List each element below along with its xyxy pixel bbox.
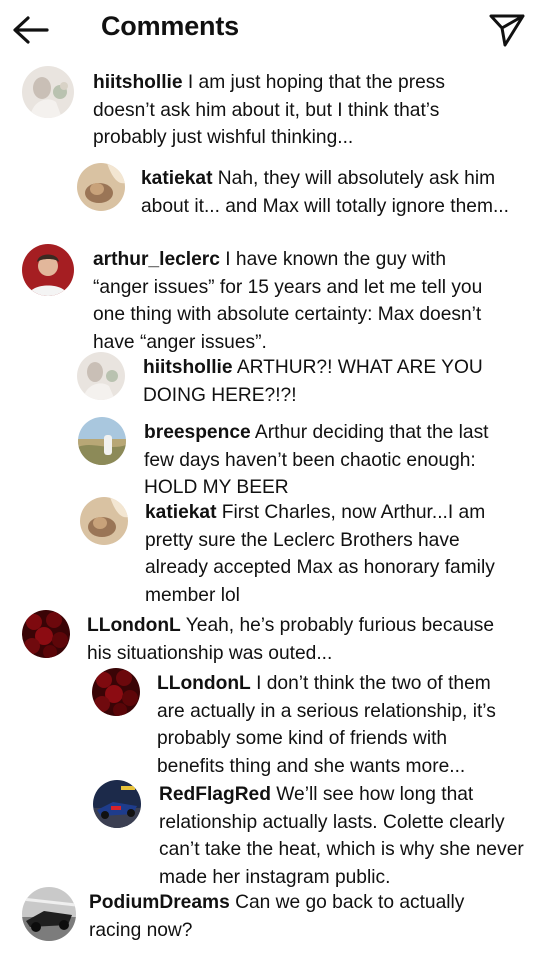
share-button[interactable] bbox=[488, 12, 526, 48]
avatar[interactable] bbox=[22, 244, 74, 296]
comment-username[interactable]: PodiumDreams bbox=[89, 892, 230, 913]
avatar[interactable] bbox=[92, 668, 140, 716]
back-button[interactable] bbox=[12, 14, 50, 46]
avatar[interactable] bbox=[22, 610, 70, 658]
avatar[interactable] bbox=[78, 417, 126, 465]
avatar[interactable] bbox=[22, 66, 74, 118]
comment-username[interactable]: LLondonL bbox=[157, 673, 251, 694]
comment-username[interactable]: katiekat bbox=[145, 502, 216, 523]
paper-plane-icon bbox=[489, 14, 525, 47]
avatar[interactable] bbox=[77, 352, 125, 400]
comment-username[interactable]: hiitshollie bbox=[93, 72, 183, 93]
arrow-left-icon bbox=[13, 16, 49, 44]
comment-username[interactable]: hiitshollie bbox=[143, 357, 233, 378]
comment-username[interactable]: LLondonL bbox=[87, 615, 181, 636]
page-title: Comments bbox=[101, 11, 239, 41]
comments-header: Comments bbox=[0, 0, 540, 60]
comment-username[interactable]: RedFlagRed bbox=[159, 784, 271, 805]
avatar[interactable] bbox=[22, 887, 76, 941]
comment-username[interactable]: arthur_leclerc bbox=[93, 249, 220, 270]
avatar[interactable] bbox=[77, 163, 125, 211]
avatar[interactable] bbox=[80, 497, 128, 545]
avatar[interactable] bbox=[93, 780, 141, 828]
comment-username[interactable]: breespence bbox=[144, 422, 251, 443]
comment-username[interactable]: katiekat bbox=[141, 168, 212, 189]
